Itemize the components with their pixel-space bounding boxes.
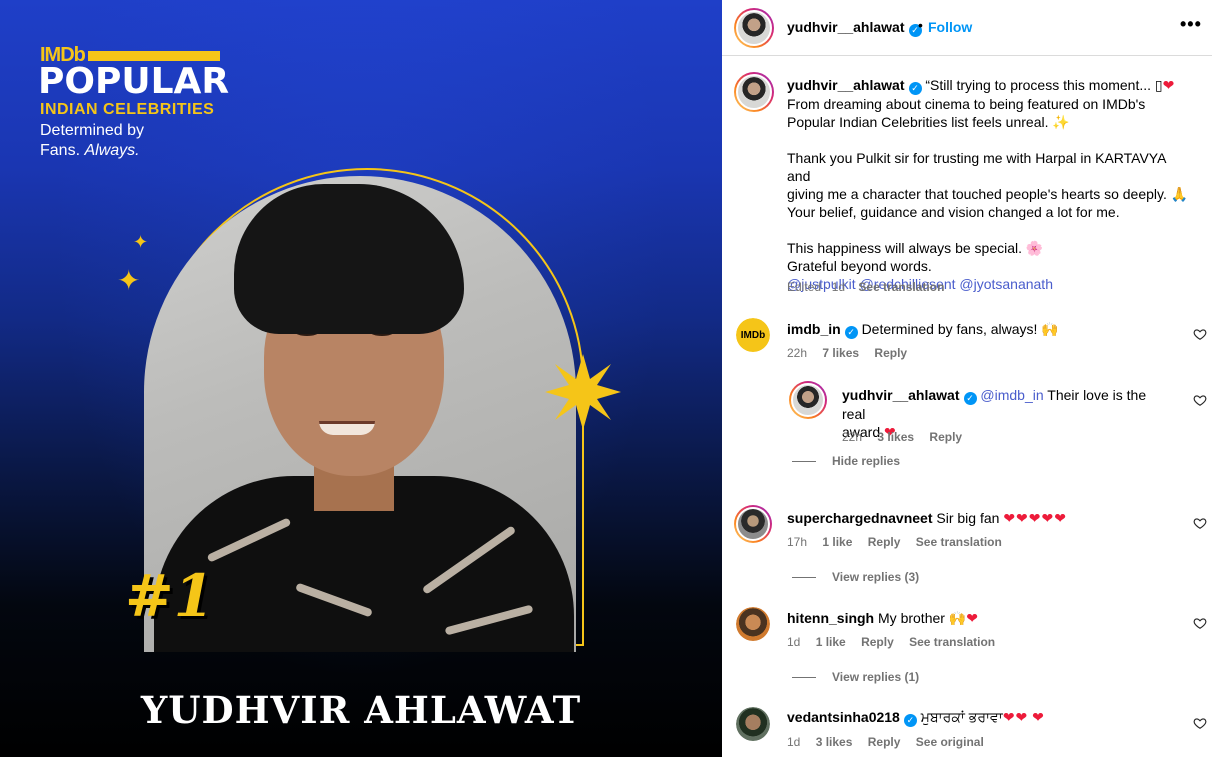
comment-username[interactable]: hitenn_singh <box>787 610 874 626</box>
reply-meta: 22h 3 likes Reply <box>842 430 974 444</box>
verified-badge-icon: ✓ <box>963 392 977 405</box>
reply-button[interactable]: Reply <box>868 735 901 749</box>
see-translation-link[interactable]: See translation <box>858 280 944 294</box>
sparkle-icon: ✦ <box>117 265 141 296</box>
reply-username[interactable]: yudhvir__ahlawat <box>842 387 960 403</box>
post-caption: yudhvir__ahlawat ✓ “Still trying to proce… <box>787 76 1192 293</box>
caption-line: “Still trying to process this moment... … <box>925 77 1163 93</box>
hearts-emoji: ❤❤ <box>1002 709 1029 725</box>
star-burst-icon <box>545 354 621 430</box>
commenter-avatar[interactable] <box>736 707 770 741</box>
comment-meta: 17h 1 like Reply See translation <box>787 535 1014 549</box>
see-translation-link[interactable]: See translation <box>909 635 995 649</box>
commenter-avatar[interactable] <box>736 607 770 641</box>
celebrity-name: YUDHVIR AHLAWAT <box>140 688 582 732</box>
comment-likes[interactable]: 3 likes <box>816 735 853 749</box>
poster-tagline-line2: Fans. Always. <box>40 141 144 161</box>
comment-text: superchargednavneet Sir big fan ❤❤❤❤❤ <box>787 509 1067 527</box>
caption-line: From dreaming about cinema to being feat… <box>787 96 1146 112</box>
heart-emoji: ❤ <box>1162 77 1175 93</box>
hide-replies-button[interactable]: Hide replies <box>792 454 900 468</box>
caption-line: Grateful beyond words. <box>787 258 932 274</box>
heart-outline-icon[interactable] <box>1193 616 1207 630</box>
heart-outline-icon[interactable] <box>1193 327 1207 341</box>
caption-line: Your belief, guidance and vision changed… <box>787 204 1120 220</box>
comment-likes[interactable]: 1 like <box>816 635 846 649</box>
comment-time: 1d <box>787 735 801 749</box>
comment-meta: 22h 7 likes Reply <box>787 346 919 360</box>
author-username[interactable]: yudhvir__ahlawat ✓ <box>787 19 922 37</box>
comment-text: hitenn_singh My brother 🙌❤ <box>787 609 979 627</box>
comment-username[interactable]: superchargednavneet <box>787 510 933 526</box>
poster-tagline: Determined by Fans. Always. <box>40 121 144 161</box>
caption-meta: Edited · 1d See translation <box>787 280 944 294</box>
reply-avatar[interactable] <box>789 381 827 419</box>
comment-meta: 1d 1 like Reply See translation <box>787 635 1007 649</box>
follow-button[interactable]: Follow <box>928 19 972 35</box>
caption-username[interactable]: yudhvir__ahlawat <box>787 77 905 93</box>
imdb-logo-bar <box>88 51 220 61</box>
portrait-smile <box>319 421 375 435</box>
post-image[interactable]: IMDb POPULAR INDIAN CELEBRITIES Determin… <box>0 0 722 757</box>
caption-line: This happiness will always be special. 🌸 <box>787 240 1044 256</box>
comment-likes[interactable]: 7 likes <box>822 346 859 360</box>
more-options-icon[interactable]: ••• <box>1180 14 1202 35</box>
comment-text: imdb_in ✓ Determined by fans, always! 🙌 <box>787 320 1059 339</box>
poster-subtitle: INDIAN CELEBRITIES <box>40 101 215 118</box>
post-side-panel: yudhvir__ahlawat ✓ • Follow ••• yudhvir__… <box>722 0 1212 757</box>
reply-time: 22h <box>842 430 863 444</box>
author-avatar[interactable] <box>734 8 774 48</box>
caption-line: Popular Indian Celebrities list feels un… <box>787 114 1070 130</box>
heart-outline-icon[interactable] <box>1193 516 1207 530</box>
reply-button[interactable]: Reply <box>868 535 901 549</box>
caption-avatar[interactable] <box>734 72 774 112</box>
hearts-emoji: ❤❤❤❤❤ <box>1003 510 1067 526</box>
comment-text: vedantsinha0218 ✓ ਮੁਬਾਰਕਾਂ ਭਰਾਵਾ❤❤ ❤ <box>787 708 1045 727</box>
comment-username[interactable]: vedantsinha0218 <box>787 709 900 725</box>
caption-line: giving me a character that touched peopl… <box>787 186 1189 202</box>
author-username-text[interactable]: yudhvir__ahlawat <box>787 19 905 35</box>
verified-badge-icon: ✓ <box>908 82 922 95</box>
commenter-avatar[interactable]: IMDb <box>736 318 770 352</box>
reply-button[interactable]: Reply <box>874 346 907 360</box>
verified-badge-icon: ✓ <box>844 326 858 339</box>
heart-outline-icon[interactable] <box>1193 716 1207 730</box>
comment-body: My brother 🙌 <box>878 610 967 626</box>
view-replies-button[interactable]: View replies (3) <box>792 570 919 584</box>
comment-body: ਮੁਬਾਰਕਾਂ ਭਰਾਵਾ <box>920 709 1003 725</box>
caption-line: Thank you Pulkit sir for trusting me wit… <box>787 150 1166 184</box>
comment-meta: 1d 3 likes Reply See original <box>787 735 996 749</box>
portrait-hair <box>234 184 464 334</box>
comment-body: Determined by fans, always! 🙌 <box>861 321 1059 337</box>
comment-time: 22h <box>787 346 808 360</box>
reply-likes[interactable]: 3 likes <box>877 430 914 444</box>
commenter-avatar[interactable] <box>734 505 772 543</box>
poster-tagline-fans: Fans. <box>40 142 81 159</box>
hearts-emoji: ❤ <box>966 610 979 626</box>
sparkle-icon: ✦ <box>133 232 149 252</box>
rank-number: #1 <box>125 562 214 630</box>
reply-button[interactable]: Reply <box>861 635 894 649</box>
poster-title: POPULAR <box>38 61 230 102</box>
comment-likes[interactable]: 1 like <box>822 535 852 549</box>
poster-tagline-line1: Determined by <box>40 122 145 139</box>
header-separator: • <box>918 17 923 33</box>
view-replies-button[interactable]: View replies (1) <box>792 670 919 684</box>
comment-body: Sir big fan <box>936 510 1000 526</box>
caption-edited-time: Edited · 1d <box>787 280 846 294</box>
poster-tagline-always: Always. <box>84 142 140 159</box>
reply-button[interactable]: Reply <box>929 430 962 444</box>
comment-time: 1d <box>787 635 801 649</box>
see-translation-link[interactable]: See translation <box>916 535 1002 549</box>
comment-time: 17h <box>787 535 808 549</box>
post-header: yudhvir__ahlawat ✓ • Follow ••• <box>722 0 1212 56</box>
heart-outline-icon[interactable] <box>1193 393 1207 407</box>
reply-mention[interactable]: @imdb_in <box>980 387 1043 403</box>
hearts-emoji: ❤ <box>1032 709 1045 725</box>
comment-username[interactable]: imdb_in <box>787 321 841 337</box>
verified-badge-icon: ✓ <box>903 714 917 727</box>
see-original-link[interactable]: See original <box>916 735 984 749</box>
